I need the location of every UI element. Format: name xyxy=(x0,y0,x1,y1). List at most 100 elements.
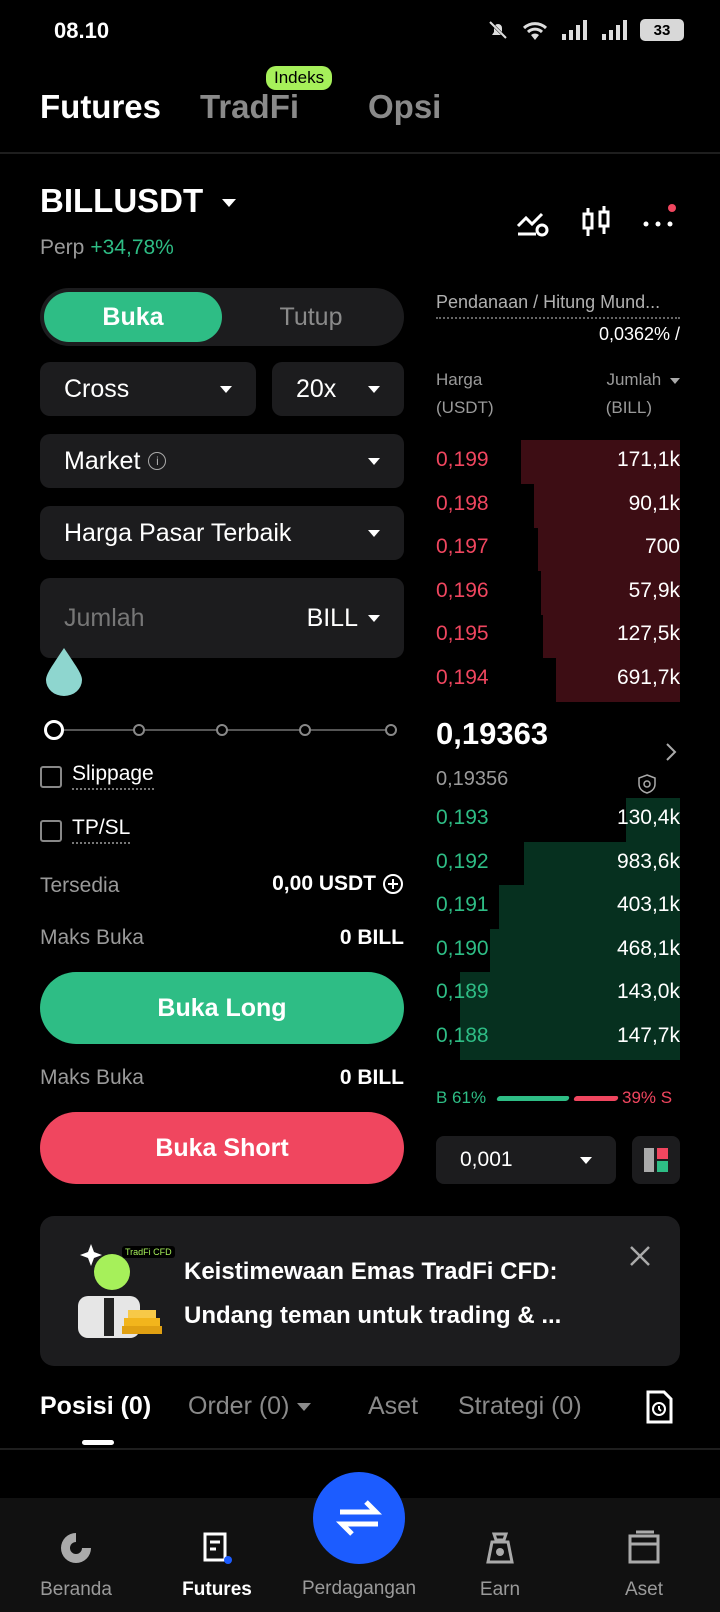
slippage-checkbox[interactable] xyxy=(40,766,62,788)
slider-mark-100[interactable] xyxy=(385,724,397,736)
sell-ratio-bar xyxy=(573,1096,619,1101)
ask-price: 0,195 xyxy=(436,622,489,645)
bid-price: 0,189 xyxy=(436,980,489,1003)
ask-row[interactable]: 0,195 127,5k xyxy=(436,614,680,658)
chevron-down-icon xyxy=(222,199,237,208)
pair-selector[interactable]: BILLUSDT xyxy=(40,182,237,220)
open-short-button[interactable]: Buka Short xyxy=(40,1112,404,1184)
ask-row[interactable]: 0,198 90,1k xyxy=(436,483,680,528)
more-options-icon[interactable] xyxy=(640,204,676,240)
bid-row[interactable]: 0,190 468,1k xyxy=(436,928,680,973)
ask-qty: 90,1k xyxy=(628,491,680,515)
order-type-select[interactable]: Market i xyxy=(40,434,404,488)
amount-unit-select[interactable]: BILL xyxy=(307,604,380,633)
margin-mode-value: Cross xyxy=(64,374,130,403)
contract-type: Perp xyxy=(40,236,85,259)
funding-rate-label[interactable]: Pendanaan / Hitung Mund... xyxy=(436,292,680,319)
nav-earn[interactable]: Earn xyxy=(440,1530,560,1601)
ask-price: 0,199 xyxy=(436,448,489,471)
close-icon[interactable] xyxy=(628,1244,652,1268)
ask-qty: 171,1k xyxy=(616,448,680,471)
qty-header[interactable]: Jumlah (BILL) xyxy=(560,366,680,422)
buy-ratio-bar xyxy=(496,1096,570,1101)
tab-tradfi[interactable]: TradFi xyxy=(200,88,299,126)
tab-assets[interactable]: Aset xyxy=(368,1392,418,1421)
bid-qty: 147,7k xyxy=(616,1023,680,1047)
status-time: 08.10 xyxy=(54,18,110,43)
price-mode-select[interactable]: Harga Pasar Terbaik xyxy=(40,506,404,560)
nav-earn-label: Earn xyxy=(479,1579,521,1600)
nav-assets[interactable]: Aset xyxy=(584,1530,704,1601)
nav-home-label: Beranda xyxy=(40,1579,112,1600)
bid-price: 0,193 xyxy=(436,806,489,829)
price-header: Harga (USDT) xyxy=(436,366,494,422)
history-icon[interactable] xyxy=(644,1390,674,1424)
leverage-select[interactable]: 20x xyxy=(272,362,404,416)
tab-strategies[interactable]: Strategi (0) xyxy=(458,1392,582,1421)
price-alert-icon[interactable] xyxy=(514,204,550,240)
open-long-button[interactable]: Buka Long xyxy=(40,972,404,1044)
tab-orders[interactable]: Order (0) xyxy=(188,1392,312,1421)
open-tab[interactable]: Buka xyxy=(44,292,222,342)
mark-price: 0,19356 xyxy=(436,768,509,790)
nav-trade[interactable]: Perdagangan xyxy=(297,1578,421,1600)
ask-qty: 691,7k xyxy=(616,665,680,689)
chevron-down-icon xyxy=(368,457,380,465)
trade-button[interactable] xyxy=(313,1472,405,1564)
ask-row[interactable]: 0,196 57,9k xyxy=(436,570,680,615)
add-funds-icon[interactable] xyxy=(382,873,404,895)
ask-qty: 127,5k xyxy=(616,622,680,645)
amount-input[interactable]: Jumlah BILL xyxy=(40,578,404,658)
slider-thumb-icon[interactable] xyxy=(44,646,84,696)
slippage-label[interactable]: Slippage xyxy=(72,762,154,790)
qty-header-label: Jumlah xyxy=(606,370,662,389)
info-icon[interactable]: i xyxy=(148,452,167,470)
tab-opsi[interactable]: Opsi xyxy=(368,88,441,126)
candlestick-chart-icon[interactable] xyxy=(578,204,614,240)
bid-row[interactable]: 0,193 130,4k xyxy=(436,798,680,842)
price-header-unit: (USDT) xyxy=(436,398,494,417)
max-open-long-label: Maks Buka xyxy=(40,926,144,949)
chevron-down-icon xyxy=(368,614,380,622)
sell-ratio: 39% S xyxy=(622,1088,673,1107)
futures-icon xyxy=(203,1532,232,1564)
bid-row[interactable]: 0,191 403,1k xyxy=(436,885,680,929)
bid-row[interactable]: 0,192 983,6k xyxy=(436,841,680,886)
tpsl-checkbox[interactable] xyxy=(40,820,62,842)
tab-indicator xyxy=(82,1440,114,1445)
margin-mode-select[interactable]: Cross xyxy=(40,362,256,416)
ask-row[interactable]: 0,197 700 xyxy=(436,527,680,571)
bid-row[interactable]: 0,188 147,7k xyxy=(436,1015,680,1060)
nav-futures[interactable]: Futures xyxy=(157,1530,277,1601)
chevron-down-icon xyxy=(297,1402,312,1411)
bid-price: 0,190 xyxy=(436,936,489,960)
slider-handle[interactable] xyxy=(44,720,64,740)
nav-home[interactable]: Beranda xyxy=(16,1530,136,1601)
slider-mark-50[interactable] xyxy=(216,724,228,736)
available-value: 0,00 USDT xyxy=(272,872,376,895)
order-type-value: Market xyxy=(64,446,141,475)
shield-icon xyxy=(638,774,656,794)
last-price[interactable]: 0,19363 xyxy=(436,716,548,752)
promo-text[interactable]: Keistimewaan Emas TradFi CFD: Undang tem… xyxy=(184,1250,624,1338)
bid-qty: 983,6k xyxy=(616,849,680,873)
available-row: 0,00 USDT xyxy=(204,872,404,896)
tabs-divider xyxy=(0,1448,720,1450)
max-open-short-value: 0 BILL xyxy=(339,1066,404,1089)
tpsl-label[interactable]: TP/SL xyxy=(72,816,131,844)
ask-row[interactable]: 0,199 171,1k xyxy=(436,440,680,484)
tick-size-select[interactable]: 0,001 xyxy=(436,1136,616,1184)
close-tab[interactable]: Tutup xyxy=(222,292,400,342)
ask-row[interactable]: 0,194 691,7k xyxy=(436,657,680,702)
tab-futures[interactable]: Futures xyxy=(40,88,161,126)
slider-mark-75[interactable] xyxy=(299,724,311,736)
slider-mark-25[interactable] xyxy=(133,724,145,736)
orderbook-layout-button[interactable] xyxy=(632,1136,680,1184)
ask-price: 0,197 xyxy=(436,535,489,558)
price-header-label: Harga xyxy=(436,370,483,389)
earn-icon xyxy=(486,1532,514,1564)
chevron-right-icon[interactable] xyxy=(664,742,678,762)
bid-qty: 403,1k xyxy=(616,893,680,916)
tab-positions[interactable]: Posisi (0) xyxy=(40,1392,151,1421)
bid-row[interactable]: 0,189 143,0k xyxy=(436,972,680,1016)
